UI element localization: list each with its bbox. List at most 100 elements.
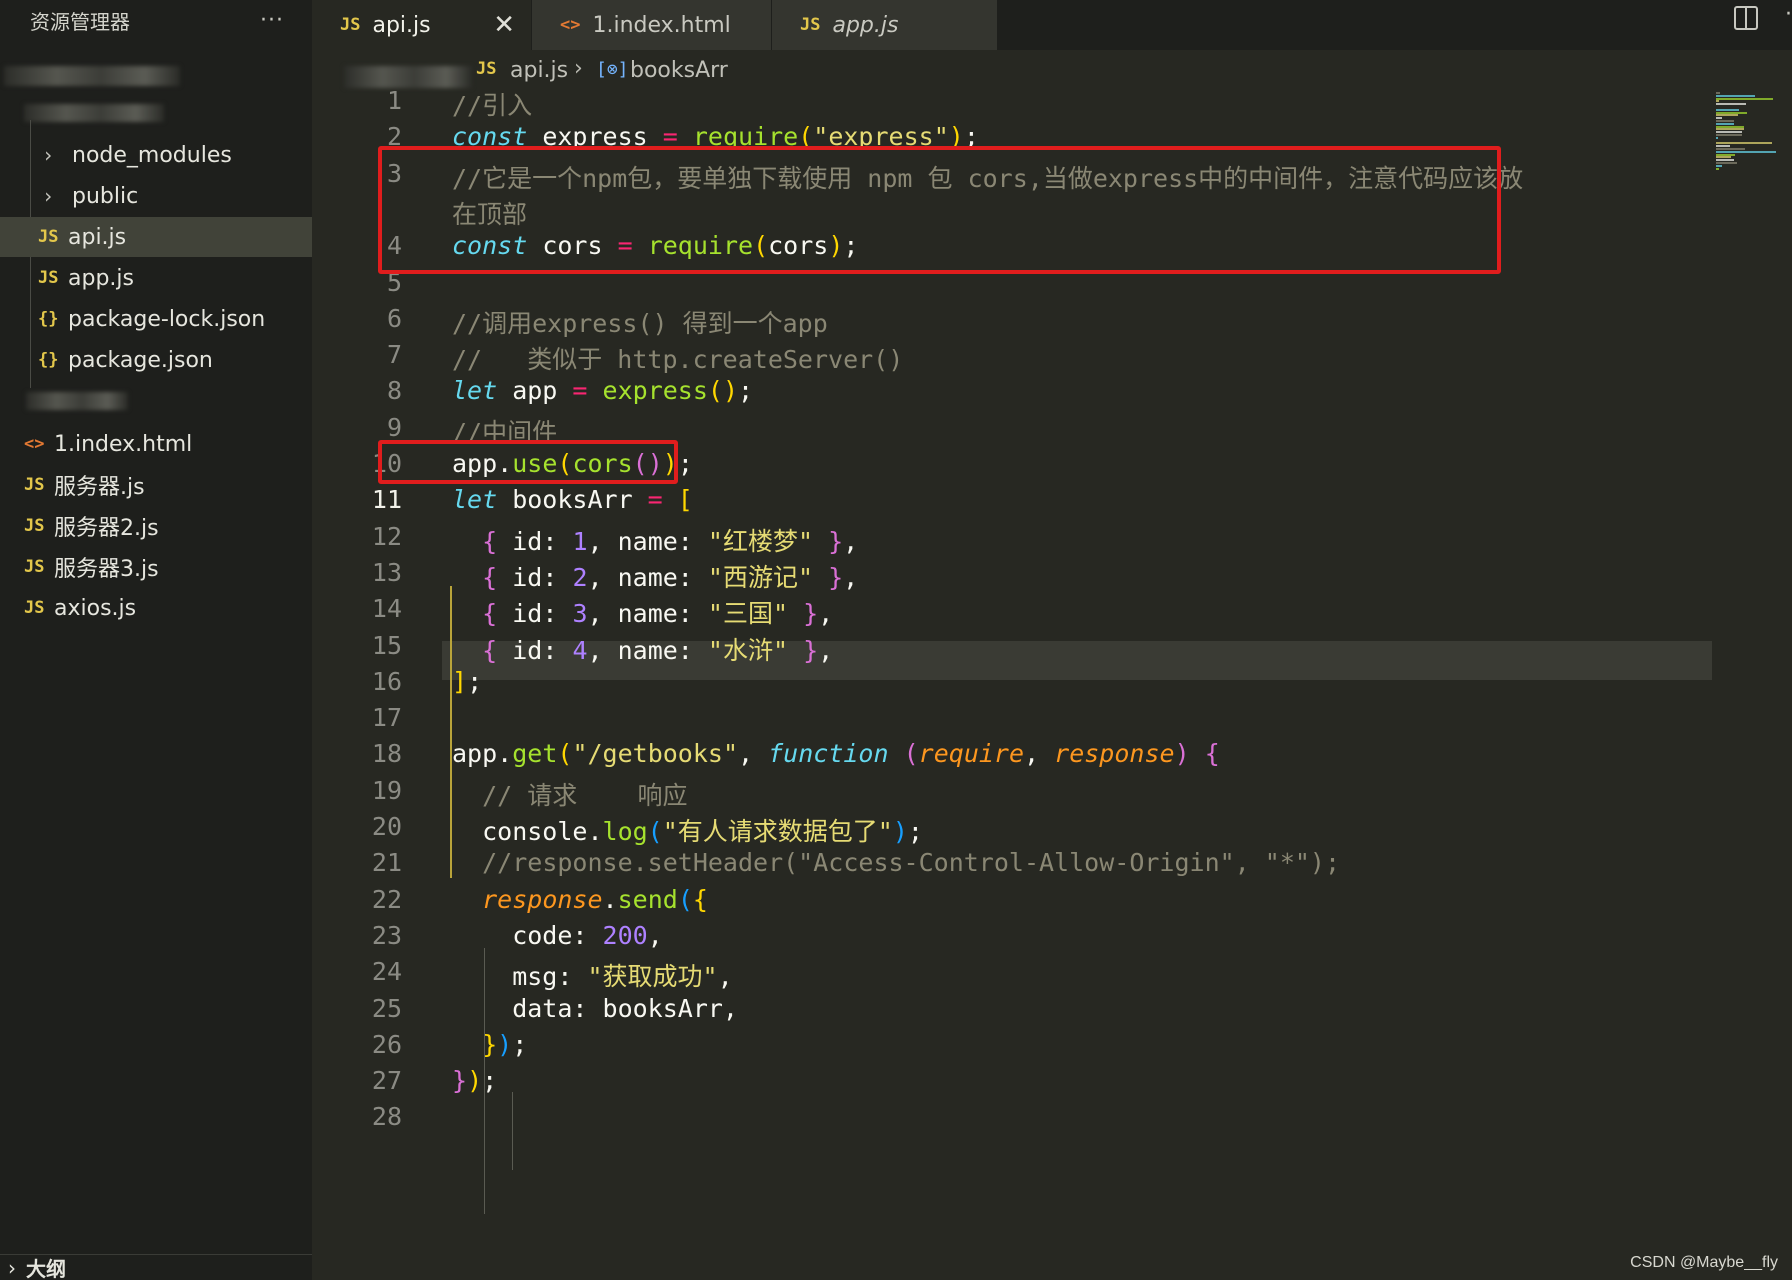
minimap-line: [1716, 128, 1744, 131]
js-file-icon: JS: [800, 15, 821, 35]
code-line[interactable]: //引入: [452, 86, 532, 122]
tab-index-html[interactable]: <> 1.index.html: [532, 0, 772, 50]
code-token: id:: [497, 635, 573, 665]
minimap-line: [1716, 117, 1722, 120]
js-file-icon: JS: [38, 227, 59, 247]
tab-bar: JS api.js ✕ <> 1.index.html JS app.js ·: [312, 0, 1792, 50]
tree-item-app-js[interactable]: JS app.js: [0, 258, 312, 298]
code-token: "有人请求数据包了": [662, 817, 893, 846]
outline-section[interactable]: › 大纲: [0, 1254, 312, 1280]
code-token: [: [677, 485, 693, 515]
code-line[interactable]: //调用express() 得到一个app: [452, 304, 828, 340]
code-token: {: [482, 526, 498, 556]
code-line[interactable]: data: booksArr,: [452, 994, 738, 1023]
code-token: , name:: [587, 599, 708, 629]
line-number: 1: [386, 86, 402, 115]
breadcrumb-file[interactable]: api.js: [510, 58, 568, 83]
code-line[interactable]: // 类似于 http.createServer(): [452, 340, 903, 376]
code-token: , name:: [587, 562, 708, 592]
tree-item-server3-js[interactable]: JS 服务器3.js: [0, 547, 312, 587]
more-actions-icon[interactable]: ·: [1785, 2, 1792, 27]
code-token: app: [497, 376, 573, 406]
code-token: // 请求 响应: [482, 780, 688, 810]
code-token: (: [677, 884, 693, 914]
tree-item-package-lock-json[interactable]: {} package-lock.json: [0, 299, 312, 339]
close-icon[interactable]: ✕: [493, 10, 515, 40]
minimap-line: [1716, 153, 1735, 156]
minimap[interactable]: [1712, 92, 1792, 192]
tree-item-public[interactable]: › public: [0, 176, 312, 216]
code-token: let: [452, 376, 498, 406]
minimap-line: [1716, 136, 1719, 139]
tree-item-server2-js[interactable]: JS 服务器2.js: [0, 506, 312, 546]
line-number: 8: [386, 376, 402, 406]
tree-item-label: app.js: [68, 265, 134, 291]
minimap-line: [1716, 142, 1773, 145]
code-token: ): [467, 1066, 483, 1096]
code-editor[interactable]: 1 2 3 4 5 6 7 8 9 10 11 12 13 14 15 16 17 18 19 20 21 22 23 24 2…: [312, 86, 1712, 1280]
json-file-icon: {}: [38, 309, 59, 329]
tree-item-label: 服务器.js: [54, 475, 145, 500]
code-token: "三国": [707, 599, 789, 629]
code-line[interactable]: ];: [452, 667, 482, 696]
more-actions-icon[interactable]: ···: [260, 8, 284, 33]
code-line[interactable]: msg: "获取成功",: [452, 957, 732, 993]
explorer-sidebar: 资源管理器 ··· › node_modules › public JS api…: [0, 0, 312, 1280]
minimap-line: [1716, 100, 1720, 103]
tab-api-js[interactable]: JS api.js ✕: [312, 0, 532, 50]
code-token: get: [512, 739, 558, 769]
code-line[interactable]: { id: 2, name: "西游记" },: [452, 558, 858, 594]
tree-item-server-js[interactable]: JS 服务器.js: [0, 465, 312, 505]
js-file-icon: JS: [24, 475, 45, 495]
minimap-line: [1716, 94, 1755, 97]
minimap-line: [1716, 108, 1740, 111]
code-token: id:: [497, 526, 573, 556]
code-line[interactable]: console.log("有人请求数据包了");: [452, 812, 923, 848]
code-token: }: [452, 1066, 468, 1096]
code-line[interactable]: { id: 4, name: "水浒" },: [452, 631, 833, 667]
code-line[interactable]: // 请求 响应: [452, 776, 687, 812]
code-line[interactable]: code: 200,: [452, 921, 663, 950]
code-line[interactable]: { id: 3, name: "三国" },: [452, 594, 833, 630]
code-token: ;: [677, 449, 693, 478]
minimap-line: [1716, 122, 1734, 125]
code-token: let: [452, 485, 498, 515]
variable-symbol-icon: [⊗]: [596, 59, 629, 80]
tree-item-package-json[interactable]: {} package.json: [0, 340, 312, 380]
code-token: .: [602, 884, 618, 914]
tree-item-index-html[interactable]: <> 1.index.html: [0, 424, 312, 464]
line-number: 25: [371, 993, 402, 1023]
code-line[interactable]: });: [452, 1030, 527, 1059]
code-token: require: [918, 739, 1025, 769]
code-line[interactable]: //response.setHeader("Access-Control-All…: [452, 848, 1340, 877]
code-token: "水浒": [707, 635, 789, 665]
code-token: log: [602, 817, 648, 846]
line-number: 17: [371, 703, 402, 733]
minimap-line: [1716, 164, 1722, 167]
line-number: 15: [371, 630, 402, 660]
tab-app-js[interactable]: JS app.js: [772, 0, 998, 50]
tree-item-api-js[interactable]: JS api.js: [0, 217, 312, 257]
code-token: ,: [843, 526, 859, 556]
code-line[interactable]: app.get("/getbooks", function (require, …: [452, 739, 1220, 768]
tree-item-axios-js[interactable]: JS axios.js: [0, 588, 312, 628]
code-token: ,: [647, 920, 663, 950]
code-line[interactable]: let booksArr = [: [452, 485, 693, 514]
line-number: 13: [371, 557, 402, 587]
code-line[interactable]: let app = express();: [452, 376, 753, 405]
tree-item-node-modules[interactable]: › node_modules: [0, 135, 312, 175]
split-editor-icon[interactable]: [1734, 6, 1758, 30]
code-token: {: [482, 599, 498, 629]
code-line[interactable]: { id: 1, name: "红楼梦" },: [452, 522, 858, 558]
redacted-path: [344, 66, 472, 88]
breadcrumb-symbol[interactable]: booksArr: [630, 58, 728, 83]
tab-label: api.js: [372, 12, 431, 38]
code-line[interactable]: response.send({: [452, 885, 708, 914]
code-line[interactable]: });: [452, 1066, 497, 1095]
code-token: , name:: [587, 635, 708, 665]
